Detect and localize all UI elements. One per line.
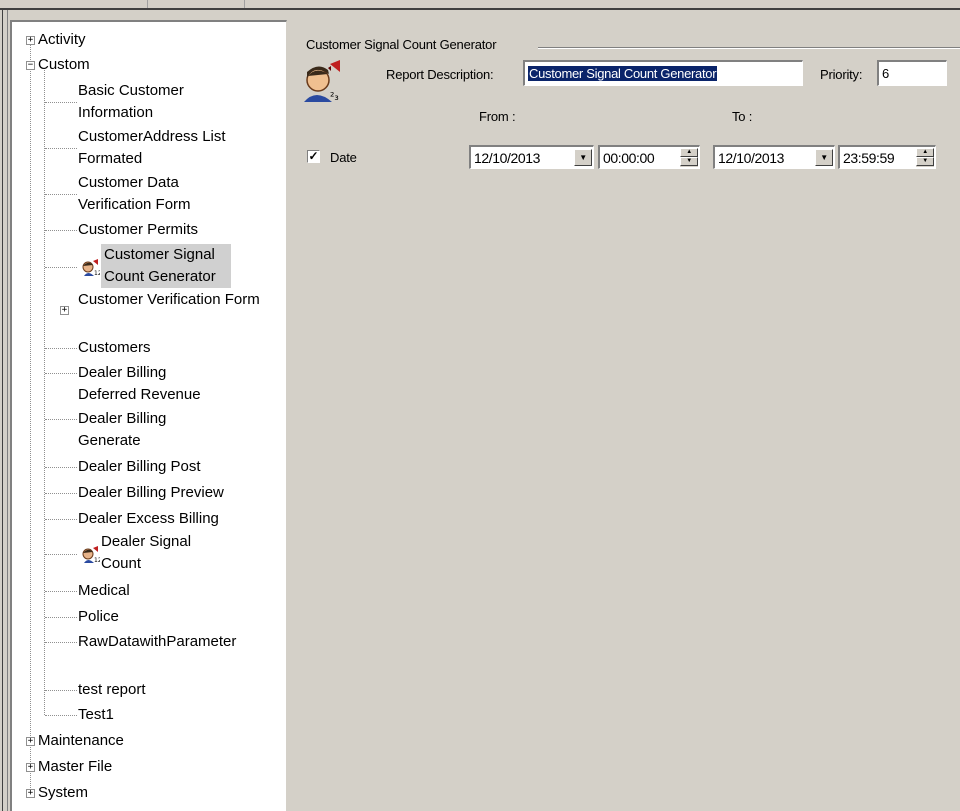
tree-item-label: System (38, 784, 89, 801)
tree-connector (45, 642, 77, 643)
spin-buttons[interactable]: ▲ ▼ (680, 148, 698, 167)
tree-item-label-selected: Customer Signal Count Generator (101, 244, 231, 288)
svg-text:²₃: ²₃ (330, 90, 339, 102)
expand-plus-icon[interactable]: + (26, 763, 35, 772)
tree-item-label: Basic Customer Information (78, 82, 184, 121)
tree-item-label: RawDatawithParameter (78, 633, 237, 650)
top-strip-segment (150, 0, 245, 8)
tree-connector (45, 519, 77, 520)
tree-item-label: Maintenance (38, 732, 124, 749)
tree-item-label: Customer Data Verification Form (78, 174, 191, 213)
svg-text:123: 123 (94, 270, 100, 276)
report-parameters-panel: Customer Signal Count Generator ²₃ Repor… (288, 20, 960, 811)
tree-connector (45, 617, 77, 618)
from-date-value: 12/10/2013 (474, 150, 541, 166)
tree-connector (45, 690, 77, 691)
to-time-spinner[interactable]: 23:59:59 ▲ ▼ (838, 145, 936, 169)
tree-connector (45, 419, 77, 420)
tree-item-label: Custom (38, 56, 90, 73)
tree-item-label: Customers (78, 339, 151, 356)
dropdown-arrow-icon[interactable]: ▼ (815, 149, 833, 166)
spin-down-icon[interactable]: ▼ (916, 157, 934, 166)
report-tree[interactable]: + Activity − Custom Basic Customer Infor… (10, 20, 287, 811)
group-box-title: Customer Signal Count Generator (306, 37, 505, 52)
from-label: From : (479, 109, 516, 124)
tree-item-label: Dealer Billing Preview (78, 484, 224, 501)
tree-item-label: Test1 (78, 706, 114, 723)
tree-connector (45, 373, 77, 374)
tree-item-label: Customer Permits (78, 221, 199, 238)
report-person-icon: ²₃ (300, 60, 344, 103)
report-person-icon: 123 (80, 545, 106, 564)
tree-connector (45, 493, 77, 494)
svg-text:123: 123 (94, 557, 100, 563)
from-time-spinner[interactable]: 00:00:00 ▲ ▼ (598, 145, 700, 169)
date-checkbox[interactable]: ✓ (307, 150, 320, 163)
tree-connector (45, 715, 77, 716)
window-top-strip (0, 0, 960, 10)
tree-connector (45, 148, 77, 149)
date-label: Date (330, 150, 357, 165)
tree-item-label: Dealer Billing Deferred Revenue (78, 364, 201, 403)
tree-item-label: Dealer Billing Generate (78, 410, 167, 449)
tree-connector (45, 591, 77, 592)
expand-plus-icon[interactable]: + (60, 306, 69, 315)
tree-item-label: test report (78, 681, 146, 698)
tree-item-label: Medical (78, 582, 130, 599)
tree-item-label: Customer Verification Form (78, 291, 260, 308)
spin-down-icon[interactable]: ▼ (680, 157, 698, 166)
dropdown-arrow-icon[interactable]: ▼ (574, 149, 592, 166)
collapse-minus-icon[interactable]: − (26, 61, 35, 70)
selected-text: Customer Signal Count Generator (528, 66, 718, 81)
tree-connector (45, 467, 77, 468)
tree-connector (45, 102, 77, 103)
priority-input[interactable]: 6 (877, 60, 947, 86)
from-time-value: 00:00:00 (603, 150, 655, 166)
tree-item-label: Activity (38, 31, 86, 48)
tree-item-label: Master File (38, 758, 113, 775)
spin-up-icon[interactable]: ▲ (916, 148, 934, 157)
tree-connector (45, 348, 77, 349)
expand-plus-icon[interactable]: + (26, 36, 35, 45)
tree-connector (45, 230, 77, 231)
report-person-icon: 123 (80, 258, 106, 277)
report-description-label: Report Description: (386, 67, 494, 82)
tree-connector (45, 194, 77, 195)
priority-value: 6 (882, 66, 889, 81)
to-date-value: 12/10/2013 (718, 150, 785, 166)
spin-buttons[interactable]: ▲ ▼ (916, 148, 934, 167)
tree-item-label: Police (78, 608, 119, 625)
to-label: To : (732, 109, 753, 124)
tree-connector (30, 40, 31, 796)
expand-plus-icon[interactable]: + (26, 737, 35, 746)
left-window-frame (0, 10, 8, 811)
report-description-input[interactable]: Customer Signal Count Generator (523, 60, 803, 86)
tree-connector (45, 267, 77, 268)
tree-connector (45, 554, 77, 555)
tree-item-label: CustomerAddress List Formated (78, 128, 226, 167)
spin-up-icon[interactable]: ▲ (680, 148, 698, 157)
to-date-picker[interactable]: 12/10/2013 ▼ (713, 145, 835, 169)
tree-item-label: Dealer Billing Post (78, 458, 201, 475)
expand-plus-icon[interactable]: + (26, 789, 35, 798)
tree-item-label: Dealer Excess Billing (78, 510, 219, 527)
priority-label: Priority: (820, 67, 863, 82)
group-box-line (538, 47, 960, 49)
to-time-value: 23:59:59 (843, 150, 895, 166)
from-date-picker[interactable]: 12/10/2013 ▼ (469, 145, 594, 169)
tree-item-label: Dealer Signal Count (101, 533, 192, 572)
top-strip-segment (8, 0, 148, 8)
